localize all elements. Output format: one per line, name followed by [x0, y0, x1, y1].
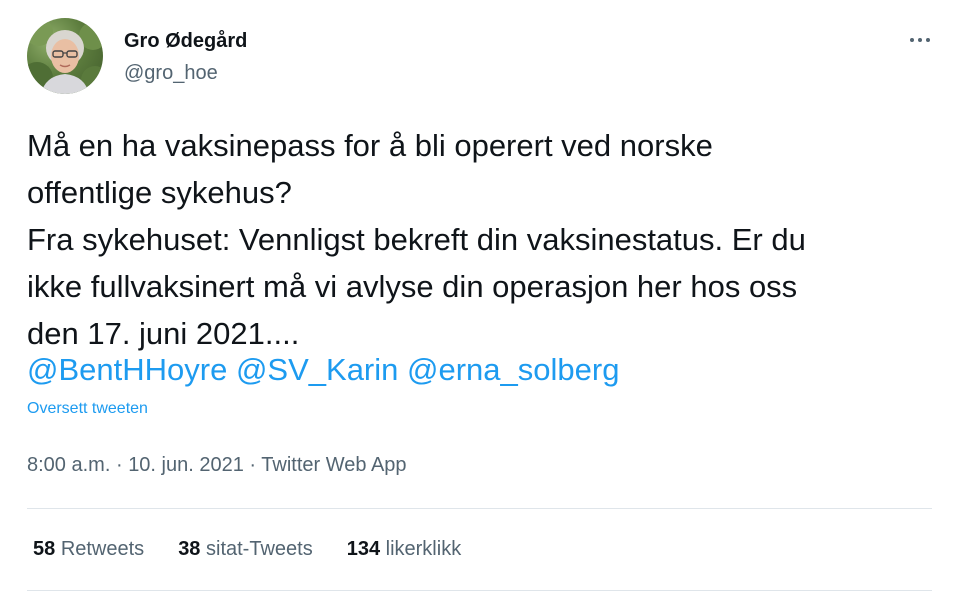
tweet-mentions: @BentHHoyre @SV_Karin @erna_solberg	[27, 346, 619, 393]
tweet-text-line: ikke fullvaksinert må vi avlyse din oper…	[27, 269, 798, 304]
divider	[27, 508, 932, 509]
tweet-text-line: Fra sykehuset: Vennligst bekreft din vak…	[27, 222, 806, 257]
tweet-text-line: Må en ha vaksinepass for å bli operert v…	[27, 128, 713, 163]
tweet-stats: 58 Retweets 38 sitat-Tweets 134 likerkli…	[33, 538, 495, 561]
translate-tweet-link[interactable]: Oversett tweeten	[27, 400, 148, 418]
divider	[27, 590, 932, 591]
retweets-count: 58	[33, 538, 56, 560]
quote-tweets-count: 38	[178, 538, 201, 560]
more-dots-icon	[910, 38, 930, 42]
likes-label: likerklikk	[385, 538, 462, 560]
tweet-card: Gro Ødegård @gro_hoe Må en ha vaksinepas…	[0, 0, 960, 594]
mention-link[interactable]: @erna_solberg	[407, 352, 619, 387]
tweet-date[interactable]: 10. jun. 2021	[128, 454, 244, 476]
meta-separator: ·	[115, 454, 123, 476]
tweet-text: Må en ha vaksinepass for å bli operert v…	[27, 122, 927, 357]
author-handle[interactable]: @gro_hoe	[124, 62, 218, 85]
likes-stat[interactable]: 134 likerklikk	[347, 538, 462, 561]
tweet-time[interactable]: 8:00 a.m.	[27, 454, 110, 476]
tweet-meta: 8:00 a.m. · 10. jun. 2021 · Twitter Web …	[27, 454, 407, 477]
quote-tweets-stat[interactable]: 38 sitat-Tweets	[178, 538, 313, 561]
retweets-label: Retweets	[60, 538, 145, 560]
quote-tweets-label: sitat-Tweets	[206, 538, 313, 560]
mention-link[interactable]: @SV_Karin	[236, 352, 398, 387]
tweet-text-line: offentlige sykehus?	[27, 175, 292, 210]
likes-count: 134	[346, 538, 381, 560]
avatar[interactable]	[27, 18, 103, 94]
profile-photo-icon	[27, 18, 103, 94]
tweet-source[interactable]: Twitter Web App	[261, 454, 406, 476]
author-display-name[interactable]: Gro Ødegård	[124, 30, 247, 53]
retweets-stat[interactable]: 58 Retweets	[33, 538, 144, 561]
mention-link[interactable]: @BentHHoyre	[27, 352, 227, 387]
meta-separator: ·	[249, 454, 257, 476]
more-options-button[interactable]	[902, 26, 938, 54]
